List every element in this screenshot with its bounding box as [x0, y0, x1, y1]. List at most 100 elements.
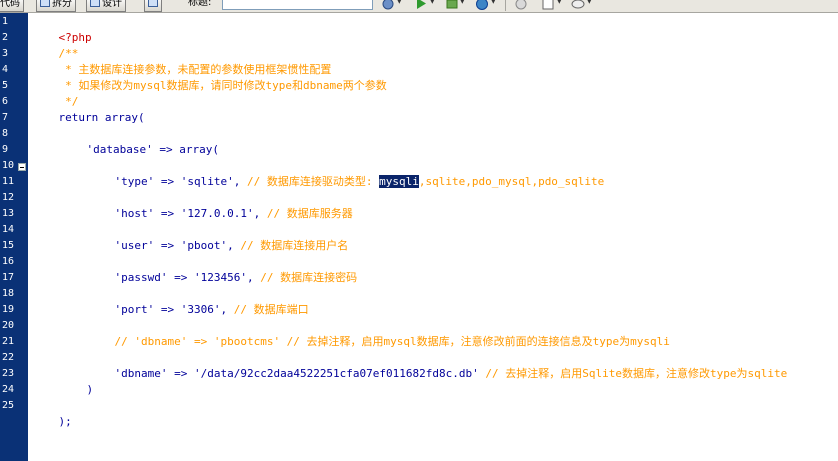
line-number: 2 — [2, 32, 9, 43]
closing-paren: ); — [58, 415, 72, 428]
array-key: 'user' — [114, 239, 155, 252]
code-line: 'port' => '3306', // 数据库端口 — [88, 286, 309, 316]
arrow-operator: => — [154, 239, 181, 252]
comment: // 去掉注释，启用Sqlite数据库，注意修改type为sqlite — [478, 367, 788, 380]
selected-text[interactable]: mysqli — [379, 175, 419, 188]
comment: // 数据库连接用户名 — [233, 239, 349, 252]
array-key: 'dbname' — [114, 367, 168, 380]
live-view-icon — [148, 0, 158, 7]
array-value: '123456', — [193, 271, 254, 284]
comment: ,sqlite,pdo_mysql,pdo_sqlite — [418, 175, 605, 188]
comment: // 数据库连接驱动类型: — [240, 175, 380, 188]
code-line: 'passwd' => '123456', // 数据库连接密码 — [88, 254, 358, 284]
line-number: 4 — [2, 64, 9, 75]
comment: * 如果修改为mysql数据库，请同时修改type和dbname两个参数 — [58, 79, 387, 92]
code-view-label: 代码 — [0, 0, 20, 9]
array-key: 'type' — [114, 175, 155, 188]
preview-play-icon[interactable] — [414, 0, 428, 10]
line-number: 24 — [2, 384, 15, 395]
preview-caret-icon[interactable]: ▼ — [430, 0, 435, 5]
globe-caret-icon[interactable]: ▼ — [491, 0, 496, 5]
line-number: 22 — [2, 352, 15, 363]
line-number: 13 — [2, 208, 15, 219]
code-line: return array( — [32, 94, 145, 124]
code-line: * 如果修改为mysql数据库，请同时修改type和dbname两个参数 — [32, 62, 387, 92]
code-line: 'user' => 'pboot', // 数据库连接用户名 — [88, 222, 349, 252]
toolbar-separator — [505, 0, 506, 11]
line-number: 9 — [2, 144, 9, 155]
array-value: '/data/92cc2daa4522251cfa07ef011682fd8c.… — [193, 367, 479, 380]
line-number: 20 — [2, 320, 15, 331]
file-management-caret-icon[interactable]: ▼ — [397, 0, 402, 5]
visual-aids-icon[interactable] — [571, 0, 585, 10]
line-number: 19 — [2, 304, 15, 315]
code-line: 'database' => array( — [60, 126, 219, 156]
title-label: 标题: — [188, 0, 212, 8]
globe-icon[interactable] — [475, 0, 489, 10]
debug-caret-icon[interactable]: ▼ — [460, 0, 465, 5]
line-number: 1 — [2, 16, 9, 27]
arrow-operator: => — [154, 207, 181, 220]
line-number: 5 — [2, 80, 9, 91]
code-line: <?php — [32, 14, 92, 44]
line-number-gutter: 1 2 3 4 5 6 7 8 9 10 11 12 13 14 15 16 1… — [0, 13, 28, 461]
view-options-caret-icon[interactable]: ▼ — [557, 0, 562, 5]
code-line: 'dbname' => '/data/92cc2daa4522251cfa07e… — [88, 350, 788, 380]
view-options-icon[interactable] — [541, 0, 555, 10]
design-view-icon — [90, 0, 100, 7]
code-fold-collapse-icon[interactable] — [18, 163, 26, 171]
line-number: 17 — [2, 272, 15, 283]
array-key: 'host' — [114, 207, 155, 220]
array-value: '3306', — [180, 303, 228, 316]
closing-paren: ) — [86, 383, 94, 396]
array-value: 'sqlite', — [180, 175, 241, 188]
code-line: ); — [32, 398, 72, 428]
comment: // 数据库端口 — [227, 303, 309, 316]
split-view-button[interactable]: 拆分 — [36, 0, 76, 12]
code-editor[interactable]: <?php /** * 主数据库连接参数，未配置的参数使用框架惯性配置 * 如果… — [32, 13, 838, 461]
line-number: 7 — [2, 112, 9, 123]
arrow-operator: => — [154, 303, 181, 316]
line-number: 6 — [2, 96, 9, 107]
array-value: '127.0.0.1', — [180, 207, 261, 220]
code-line: */ — [32, 78, 78, 108]
line-number: 16 — [2, 256, 15, 267]
arrow-operator: => — [167, 271, 194, 284]
visual-aids-caret-icon[interactable]: ▼ — [587, 0, 592, 5]
code-line: * 主数据库连接参数，未配置的参数使用框架惯性配置 — [32, 46, 331, 76]
line-number: 21 — [2, 336, 15, 347]
design-view-button[interactable]: 设计 — [86, 0, 126, 12]
code-line: 'host' => '127.0.0.1', // 数据库服务器 — [88, 190, 353, 220]
line-number: 15 — [2, 240, 15, 251]
arrow-operator: => — [152, 143, 180, 156]
comment: // 数据库连接密码 — [253, 271, 358, 284]
line-number: 18 — [2, 288, 15, 299]
line-number: 25 — [2, 400, 15, 411]
array-value: 'pboot', — [180, 239, 234, 252]
array-keyword: array( — [179, 143, 219, 156]
return-statement: return array( — [58, 111, 145, 124]
arrow-operator: => — [167, 367, 194, 380]
refresh-icon[interactable] — [514, 0, 528, 10]
line-number: 10 — [2, 160, 15, 171]
comment: // 'dbname' => 'pbootcms' // 去掉注释，启用mysq… — [114, 335, 670, 348]
line-number: 23 — [2, 368, 15, 379]
array-key: 'passwd' — [114, 271, 168, 284]
line-number: 14 — [2, 224, 15, 235]
array-key: 'port' — [114, 303, 155, 316]
file-management-icon[interactable] — [381, 0, 395, 10]
line-number: 11 — [2, 176, 15, 187]
live-view-button[interactable] — [144, 0, 162, 12]
design-view-label: 设计 — [102, 0, 122, 9]
title-input[interactable] — [222, 0, 373, 10]
document-toolbar: 代码 拆分 设计 标题: ▼ ▼ ▼ ▼ ▼ ▼ — [0, 0, 838, 13]
line-number: 3 — [2, 48, 9, 59]
code-line: /** — [32, 30, 79, 60]
comment: // 数据库服务器 — [260, 207, 353, 220]
code-line: 'type' => 'sqlite', // 数据库连接驱动类型: mysqli… — [88, 158, 604, 188]
debug-icon[interactable] — [445, 0, 459, 10]
code-view-button[interactable]: 代码 — [0, 0, 24, 12]
line-number: 12 — [2, 192, 15, 203]
split-view-label: 拆分 — [52, 0, 72, 9]
line-number: 8 — [2, 128, 9, 139]
